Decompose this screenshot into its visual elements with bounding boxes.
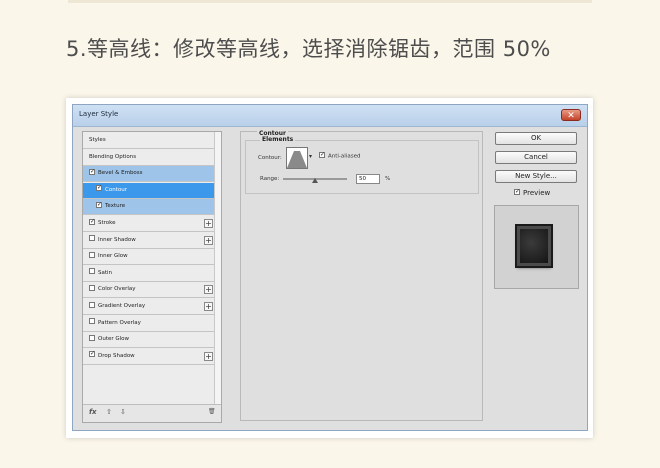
styles-list-panel: ✓ Drop Shadow + Outer Glow Pattern Overlay Gr… — [82, 131, 222, 423]
close-button[interactable]: ✕ — [561, 109, 581, 121]
style-item-outer-glow[interactable]: Outer Glow — [83, 332, 217, 349]
style-item-contour[interactable]: ✓ Contour — [83, 182, 217, 199]
checkbox-icon[interactable]: ✓ — [89, 351, 95, 358]
style-item-label: Satin — [98, 269, 113, 276]
style-item-label: Blending Options — [89, 153, 137, 160]
cancel-button[interactable]: Cancel — [495, 151, 577, 164]
add-icon[interactable]: + — [204, 219, 213, 228]
group-title: Elements — [260, 136, 296, 143]
style-item-color-overlay[interactable]: Color Overlay + — [83, 282, 217, 299]
style-item-styles[interactable]: Styles — [83, 133, 217, 149]
move-down-icon[interactable]: ⇩ — [120, 408, 126, 416]
checkbox-icon[interactable] — [89, 301, 95, 308]
style-item-label: Inner Glow — [98, 253, 128, 260]
range-input[interactable]: 50 — [356, 174, 380, 184]
preview-label: Preview — [523, 189, 551, 197]
add-icon[interactable]: + — [204, 285, 213, 295]
style-item-texture[interactable]: ✓ Texture — [83, 199, 217, 216]
style-item-blending-options[interactable]: Blending Options — [83, 150, 217, 166]
range-slider-thumb[interactable] — [312, 178, 318, 183]
checkbox-icon[interactable]: ✓ — [96, 185, 102, 192]
checkbox-icon[interactable]: ✓ — [89, 218, 95, 225]
style-item-label: Color Overlay — [98, 286, 136, 293]
style-item-label: Outer Glow — [98, 336, 130, 343]
article-heading: 5.等高线：修改等高线，选择消除锯齿，范围 50% — [66, 37, 551, 61]
style-item-label: Drop Shadow — [98, 352, 135, 359]
style-item-gradient-overlay[interactable]: Gradient Overlay + — [83, 299, 217, 315]
checkbox-icon[interactable] — [89, 318, 95, 325]
range-unit: % — [385, 176, 391, 182]
trash-icon[interactable]: 🗑 — [208, 408, 216, 415]
style-item-drop-shadow[interactable]: ✓ Drop Shadow + — [83, 349, 217, 365]
styles-list-scrollbar[interactable] — [214, 132, 221, 404]
checkbox-icon[interactable]: ✓ — [89, 168, 95, 175]
anti-aliased-label: Anti-aliased — [328, 153, 361, 160]
contour-label: Contour: — [258, 155, 282, 161]
chevron-down-icon[interactable]: ▾ — [309, 153, 312, 160]
style-item-label: Contour — [105, 186, 127, 193]
checkbox-icon[interactable] — [89, 284, 95, 291]
style-item-label: Stroke — [98, 220, 116, 226]
contour-picker[interactable] — [286, 147, 308, 169]
layer-style-dialog: Layer Style ✕ ✓ Drop Shadow + Outer Glow Pat… — [72, 104, 588, 431]
contour-curve-icon — [287, 151, 307, 168]
style-item-bevel-emboss[interactable]: ✓ Bevel & Emboss — [83, 166, 217, 183]
dialog-titlebar: Layer Style ✕ — [73, 105, 587, 127]
add-icon[interactable]: + — [204, 302, 213, 311]
add-icon[interactable]: + — [204, 351, 213, 361]
checkbox-icon[interactable] — [89, 268, 95, 275]
style-item-inner-glow[interactable]: Inner Glow — [83, 249, 217, 266]
style-item-pattern-overlay[interactable]: Pattern Overlay — [83, 316, 217, 332]
checkbox-icon[interactable] — [89, 251, 95, 258]
preview-swatch — [517, 226, 551, 266]
style-item-label: Bevel & Emboss — [98, 170, 143, 177]
style-item-inner-shadow[interactable]: Inner Shadow + — [83, 233, 217, 249]
style-item-label: Inner Shadow — [98, 236, 136, 243]
checkbox-icon[interactable] — [89, 235, 95, 242]
dialog-title: Layer Style — [79, 110, 119, 118]
range-label: Range: — [260, 176, 280, 182]
style-item-label: Texture — [105, 203, 126, 210]
fx-icon[interactable]: fx — [89, 408, 97, 416]
style-item-label: Gradient Overlay — [98, 303, 146, 309]
new-style-button[interactable]: New Style... — [495, 170, 577, 183]
style-item-stroke[interactable]: ✓ Stroke + — [83, 216, 217, 232]
checkbox-icon[interactable]: ✓ — [96, 201, 102, 208]
contour-settings-panel: Contour Elements Contour: ▾ ✓ Anti-aliase… — [240, 130, 483, 421]
checkbox-icon: ✓ — [319, 151, 326, 158]
elements-group: Elements Contour: ▾ ✓ Anti-aliased Range:… — [245, 136, 479, 194]
move-up-icon[interactable]: ⇧ — [106, 408, 112, 416]
style-item-label: Pattern Overlay — [98, 319, 141, 326]
add-icon[interactable]: + — [204, 235, 213, 245]
preview-box — [494, 205, 579, 289]
top-divider — [68, 0, 592, 3]
style-item-label: Styles — [89, 137, 106, 143]
style-item-satin[interactable]: Satin — [83, 266, 217, 282]
preview-checkbox[interactable]: ✓ Preview — [514, 189, 550, 197]
anti-aliased-checkbox[interactable]: ✓ Anti-aliased — [319, 151, 361, 160]
checkbox-icon: ✓ — [514, 188, 521, 195]
ok-button[interactable]: OK — [495, 132, 577, 145]
styles-list-toolbar: fx ⇧ ⇩ 🗑 — [83, 404, 221, 422]
checkbox-icon[interactable] — [89, 334, 95, 341]
